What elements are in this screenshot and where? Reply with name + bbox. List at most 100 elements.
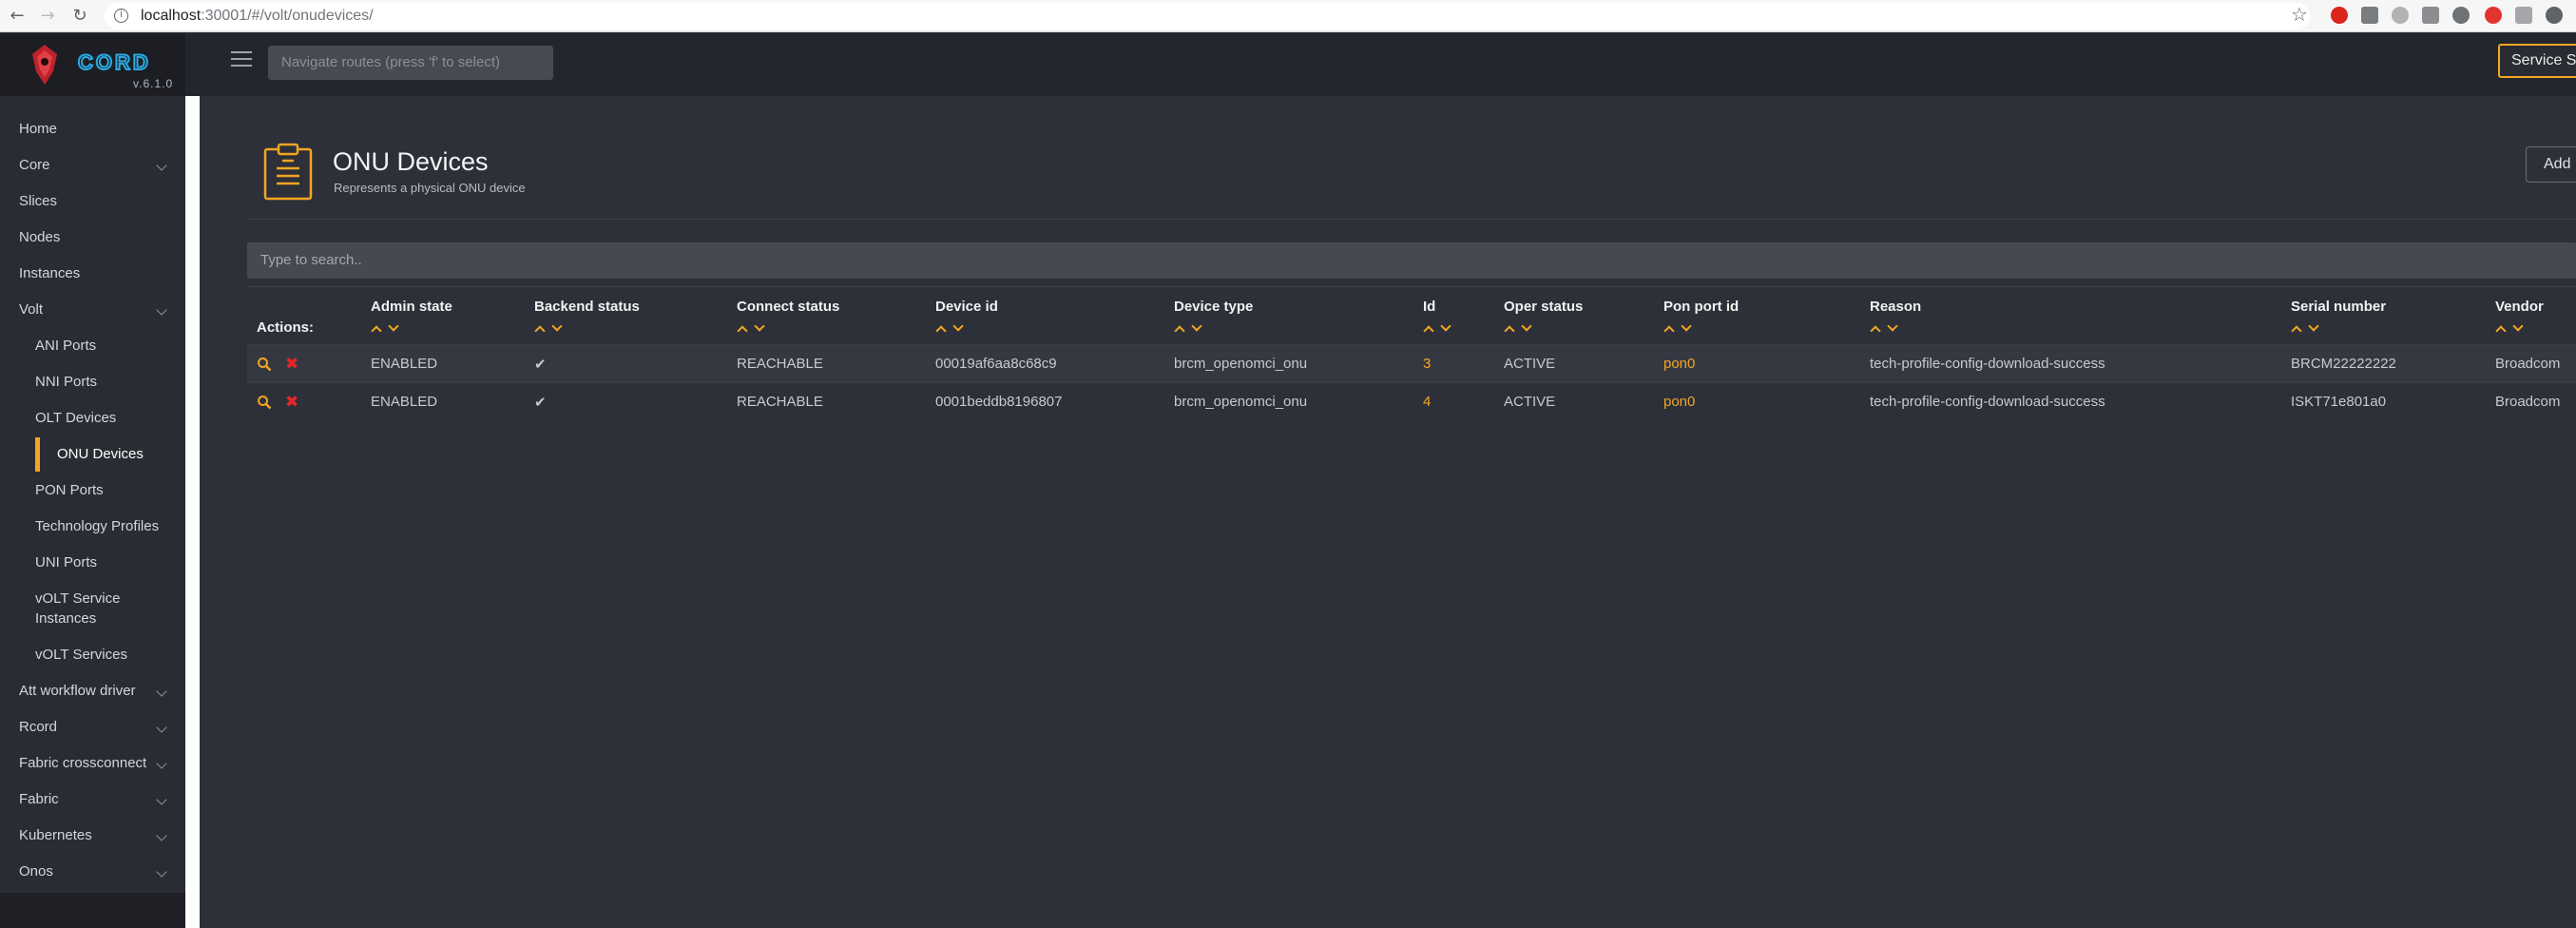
sidebar-item-label: Volt (19, 301, 44, 318)
sort-ascending-icon[interactable] (2495, 325, 2507, 337)
sidebar-item-slices[interactable]: Slices (0, 184, 185, 219)
cell-device-type: brcm_openomci_onu (1174, 394, 1308, 410)
sort-descending-icon[interactable] (388, 320, 399, 332)
sidebar-item-onu-devices[interactable]: ONU Devices (0, 437, 185, 472)
reload-icon[interactable]: ↻ (68, 5, 91, 28)
sidebar-item-uni-ports[interactable]: UNI Ports (0, 546, 185, 580)
sort-ascending-icon[interactable] (1174, 325, 1185, 337)
cell-id[interactable]: 3 (1423, 345, 1431, 383)
cell-oper-status: ACTIVE (1504, 356, 1556, 372)
block-extension-icon[interactable] (2485, 7, 2502, 24)
sidebar-item-rcord[interactable]: Rcord (0, 710, 185, 744)
menu-toggle-icon[interactable] (231, 51, 252, 68)
address-bar[interactable]: i localhost:30001/#/volt/onudevices/ (105, 3, 2310, 29)
sidebar-item-olt-devices[interactable]: OLT Devices (0, 401, 185, 435)
sidebar-item-nodes[interactable]: Nodes (0, 221, 185, 255)
sidebar-item-volt-services[interactable]: vOLT Services (0, 638, 185, 672)
sidebar-item-label: Instances (35, 610, 97, 627)
bookmark-star-icon[interactable]: ☆ (2291, 3, 2308, 26)
search-icon[interactable] (257, 395, 272, 410)
sort-descending-icon[interactable] (1681, 320, 1692, 332)
sidebar-item-label: Slices (19, 193, 58, 209)
column-header-backend-status: Backend status (534, 299, 640, 315)
sort-descending-icon[interactable] (1887, 320, 1898, 332)
sidebar-item-fabric-crossconnect[interactable]: Fabric crossconnect (0, 746, 185, 781)
sort-ascending-icon[interactable] (737, 325, 748, 337)
page-title: ONU Devices (333, 147, 489, 176)
app-header: Navigate routes (press 'f' to select) Se… (0, 33, 2576, 96)
sidebar-item-label: PON Ports (35, 482, 104, 498)
cell-serial-number: ISKT71e801a0 (2291, 394, 2387, 410)
privacy-extension-icon[interactable] (2392, 7, 2409, 24)
sidebar-item-technology-profiles[interactable]: Technology Profiles (0, 510, 185, 544)
sort-descending-icon[interactable] (2308, 320, 2319, 332)
sidebar-item-ani-ports[interactable]: ANI Ports (0, 329, 185, 363)
sort-ascending-icon[interactable] (1663, 325, 1675, 337)
main-content: ONU Devices Represents a physical ONU de… (200, 96, 2576, 928)
opera-extension-icon[interactable] (2331, 7, 2348, 24)
info-icon[interactable]: i (114, 9, 128, 23)
sidebar-item-volt[interactable]: Volt (0, 293, 185, 327)
sidebar-item-instances[interactable]: Instances (0, 602, 185, 636)
logo-area[interactable]: CORD v.6.1.0 (0, 33, 185, 96)
chevron-down-icon (156, 722, 167, 733)
forward-icon[interactable]: → (36, 5, 59, 28)
sidebar-item-instances[interactable]: Instances (0, 257, 185, 291)
search-icon[interactable] (257, 357, 272, 372)
sidebar-item-fabric[interactable]: Fabric (0, 783, 185, 817)
cell-id[interactable]: 4 (1423, 383, 1431, 421)
cell-backend-status: ✔ (534, 394, 547, 411)
delete-icon[interactable]: ✖ (285, 355, 298, 374)
delete-icon[interactable]: ✖ (285, 393, 298, 412)
column-header-connect-status: Connect status (737, 299, 840, 315)
sort-ascending-icon[interactable] (2291, 325, 2302, 337)
profile-icon[interactable] (2546, 7, 2563, 24)
cell-connect-status: REACHABLE (737, 356, 823, 372)
page-subtitle: Represents a physical ONU device (334, 181, 526, 195)
back-icon[interactable]: ← (6, 5, 29, 28)
table-search-input[interactable]: Type to search.. (247, 242, 2576, 279)
sidebar-item-home[interactable]: Home (0, 112, 185, 146)
sidebar-item-label: OLT Devices (35, 410, 117, 426)
sort-ascending-icon[interactable] (371, 325, 382, 337)
sort-descending-icon[interactable] (551, 320, 563, 332)
sort-ascending-icon[interactable] (1423, 325, 1434, 337)
service-status-button[interactable]: Service St (2498, 44, 2576, 78)
active-indicator (35, 437, 40, 472)
chevron-down-icon (156, 304, 167, 316)
column-header-oper-status: Oper status (1504, 299, 1584, 315)
sidebar-item-onos[interactable]: Onos (0, 855, 185, 889)
sidebar-item-pon-ports[interactable]: PON Ports (0, 474, 185, 508)
cell-pon-port-id[interactable]: pon0 (1663, 345, 1695, 383)
grammar-extension-icon[interactable] (2361, 7, 2378, 24)
sort-descending-icon[interactable] (754, 320, 765, 332)
sidebar-item-nni-ports[interactable]: NNI Ports (0, 365, 185, 399)
sidebar-item-core[interactable]: Core (0, 148, 185, 183)
reader-extension-icon[interactable] (2515, 7, 2532, 24)
cell-pon-port-id[interactable]: pon0 (1663, 383, 1695, 421)
layout-extension-icon[interactable] (2422, 7, 2439, 24)
header-divider (247, 219, 2576, 220)
sort-ascending-icon[interactable] (935, 325, 947, 337)
theme-extension-icon[interactable] (2452, 7, 2470, 24)
column-header-device-id: Device id (935, 299, 998, 315)
route-search-input[interactable]: Navigate routes (press 'f' to select) (268, 46, 553, 80)
sidebar-item-label: Rcord (19, 719, 58, 735)
sidebar-item-att-workflow-driver[interactable]: Att workflow driver (0, 674, 185, 708)
sort-descending-icon[interactable] (952, 320, 964, 332)
add-button[interactable]: Add (2526, 146, 2576, 183)
sort-ascending-icon[interactable] (534, 325, 546, 337)
sidebar-item-label: Core (19, 157, 50, 173)
sort-ascending-icon[interactable] (1870, 325, 1881, 337)
sort-descending-icon[interactable] (2512, 320, 2524, 332)
cell-device-id: 0001beddb8196807 (935, 394, 1063, 410)
sidebar-footer (0, 893, 185, 928)
sort-descending-icon[interactable] (1521, 320, 1532, 332)
column-header-pon-port-id: Pon port id (1663, 299, 1740, 315)
sidebar-item-label: Instances (19, 265, 81, 281)
sort-descending-icon[interactable] (1440, 320, 1451, 332)
sidebar-item-kubernetes[interactable]: Kubernetes (0, 819, 185, 853)
sort-ascending-icon[interactable] (1504, 325, 1515, 337)
sort-descending-icon[interactable] (1191, 320, 1202, 332)
sidebar-item-label: UNI Ports (35, 554, 98, 570)
